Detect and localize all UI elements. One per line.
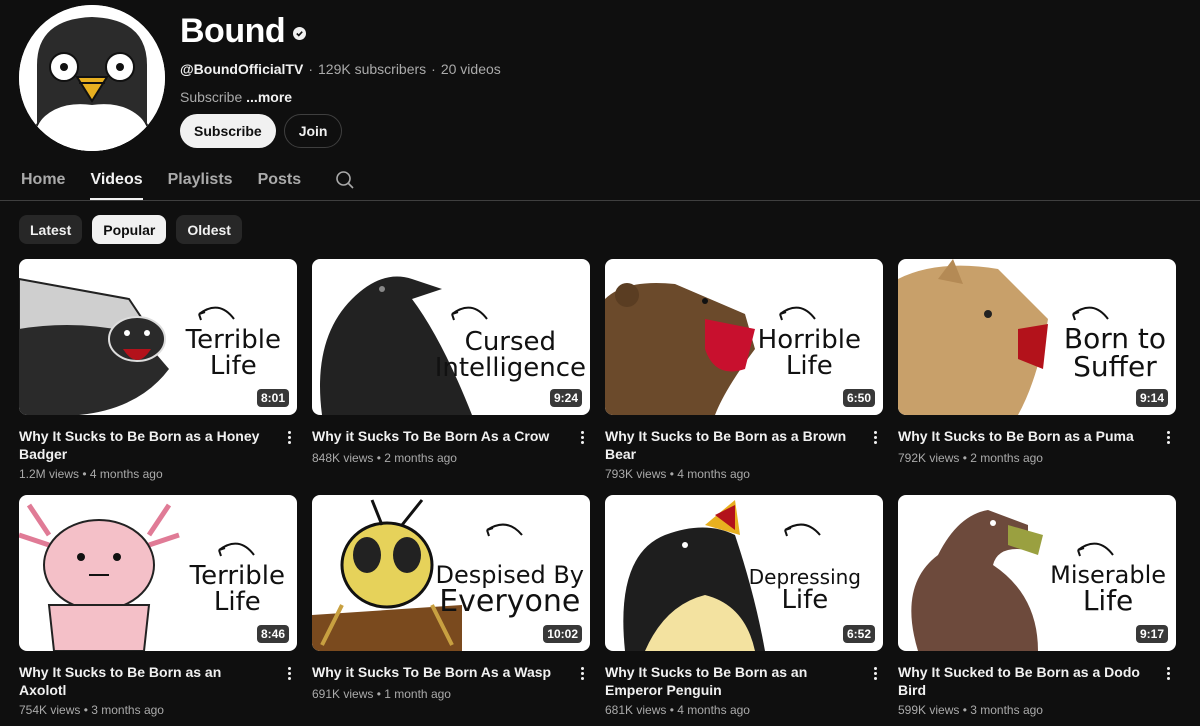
penguin-avatar-icon: [19, 5, 165, 151]
tab-posts[interactable]: Posts: [258, 160, 302, 200]
video-stats: 793K views • 4 months ago: [605, 467, 750, 481]
channel-name: Bound: [180, 12, 286, 50]
video-grid: Terrible Life 8:01 Why It Sucks to Be Bor…: [19, 259, 1176, 726]
thumbnail-caption: Terrible Life: [189, 561, 285, 617]
thumbnail-caption: Cursed Intelligence: [434, 327, 586, 383]
more-actions-icon[interactable]: [1160, 427, 1176, 447]
more-actions-icon[interactable]: [574, 663, 590, 683]
video-title[interactable]: Why it Sucks To Be Born As a Crow: [312, 427, 562, 447]
meta-separator: ·: [431, 61, 436, 77]
video-card[interactable]: Terrible Life 8:46 Why It Sucks to Be Bor…: [19, 495, 297, 726]
video-duration: 9:24: [549, 389, 582, 407]
video-duration: 9:17: [1135, 625, 1168, 643]
video-card[interactable]: Despised By Everyone 10:02 Why it Sucks T…: [312, 495, 590, 726]
thumbnail-caption: Terrible Life: [185, 325, 281, 381]
video-title[interactable]: Why It Sucked to Be Born as a Dodo Bird: [898, 663, 1148, 699]
video-card[interactable]: Horrible Life 6:50 Why It Sucks to Be Bor…: [605, 259, 883, 495]
meta-separator: ·: [308, 61, 313, 77]
video-title[interactable]: Why it Sucks To Be Born As a Wasp: [312, 663, 562, 683]
video-thumbnail[interactable]: Cursed Intelligence 9:24: [312, 259, 590, 415]
video-stats: 848K views • 2 months ago: [312, 451, 457, 465]
video-duration: 8:01: [256, 389, 289, 407]
video-card[interactable]: Born to Suffer 9:14 Why It Sucks to Be Bo…: [898, 259, 1176, 495]
verified-badge-icon: [293, 27, 307, 40]
more-link[interactable]: ...more: [246, 89, 292, 105]
subscribe-button[interactable]: Subscribe: [180, 114, 276, 148]
video-duration: 6:52: [842, 625, 875, 643]
sort-chips: Latest Popular Oldest: [19, 215, 242, 244]
video-thumbnail[interactable]: Despised By Everyone 10:02: [312, 495, 590, 651]
tab-videos[interactable]: Videos: [90, 160, 143, 200]
video-title[interactable]: Why It Sucks to Be Born as a Puma: [898, 427, 1148, 447]
video-title[interactable]: Why It Sucks to Be Born as an Axolotl: [19, 663, 269, 699]
more-actions-icon[interactable]: [1160, 663, 1176, 683]
video-duration: 8:46: [256, 625, 289, 643]
video-card[interactable]: Miserable Life 9:17 Why It Sucked to Be B…: [898, 495, 1176, 726]
channel-info: Bound @BoundOfficialTV · 129K subscriber…: [180, 12, 501, 148]
more-actions-icon[interactable]: [867, 427, 883, 447]
video-stats: 691K views • 1 month ago: [312, 687, 451, 701]
video-card[interactable]: Terrible Life 8:01 Why It Sucks to Be Bor…: [19, 259, 297, 495]
video-thumbnail[interactable]: Depressing Life 6:52: [605, 495, 883, 651]
more-actions-icon[interactable]: [867, 663, 883, 683]
search-icon[interactable]: [334, 169, 356, 191]
channel-description[interactable]: Subscribe ...more: [180, 89, 501, 105]
more-actions-icon[interactable]: [574, 427, 590, 447]
description-text: Subscribe: [180, 89, 243, 105]
thumbnail-caption: Despised By Everyone: [435, 561, 584, 619]
channel-handle: @BoundOfficialTV: [180, 61, 304, 77]
video-stats: 754K views • 3 months ago: [19, 703, 164, 717]
tabs-divider: [0, 200, 1200, 201]
video-card[interactable]: Depressing Life 6:52 Why It Sucks to Be B…: [605, 495, 883, 726]
channel-tabs: Home Videos Playlists Posts: [21, 160, 356, 200]
join-button[interactable]: Join: [283, 114, 343, 148]
tab-playlists[interactable]: Playlists: [168, 160, 233, 200]
thumbnail-caption: Born to Suffer: [1063, 322, 1166, 383]
video-title[interactable]: Why It Sucks to Be Born as an Emperor Pe…: [605, 663, 855, 699]
video-stats: 599K views • 3 months ago: [898, 703, 1043, 717]
thumbnail-caption: Depressing Life: [748, 565, 861, 615]
video-duration: 9:14: [1135, 389, 1168, 407]
channel-avatar[interactable]: [19, 5, 165, 151]
video-thumbnail[interactable]: Horrible Life 6:50: [605, 259, 883, 415]
video-card[interactable]: Cursed Intelligence 9:24 Why it Sucks To …: [312, 259, 590, 495]
tab-home[interactable]: Home: [21, 160, 65, 200]
video-stats: 1.2M views • 4 months ago: [19, 467, 163, 481]
video-duration: 6:50: [842, 389, 875, 407]
video-thumbnail[interactable]: Miserable Life 9:17: [898, 495, 1176, 651]
thumbnail-caption: Miserable Life: [1050, 561, 1166, 617]
video-title[interactable]: Why It Sucks to Be Born as a Brown Bear: [605, 427, 855, 463]
video-thumbnail[interactable]: Terrible Life 8:46: [19, 495, 297, 651]
video-title[interactable]: Why It Sucks to Be Born as a Honey Badge…: [19, 427, 269, 463]
video-thumbnail[interactable]: Born to Suffer 9:14: [898, 259, 1176, 415]
thumbnail-caption: Horrible Life: [757, 325, 861, 381]
subscriber-count: 129K subscribers: [318, 61, 427, 77]
chip-oldest[interactable]: Oldest: [176, 215, 242, 244]
video-stats: 681K views • 4 months ago: [605, 703, 750, 717]
chip-latest[interactable]: Latest: [19, 215, 83, 244]
more-actions-icon[interactable]: [281, 427, 297, 447]
video-duration: 10:02: [543, 625, 582, 643]
video-count: 20 videos: [440, 61, 501, 77]
chip-popular[interactable]: Popular: [92, 215, 167, 244]
video-stats: 792K views • 2 months ago: [898, 451, 1043, 465]
more-actions-icon[interactable]: [281, 663, 297, 683]
channel-meta: @BoundOfficialTV · 129K subscribers · 20…: [180, 61, 501, 77]
video-thumbnail[interactable]: Terrible Life 8:01: [19, 259, 297, 415]
